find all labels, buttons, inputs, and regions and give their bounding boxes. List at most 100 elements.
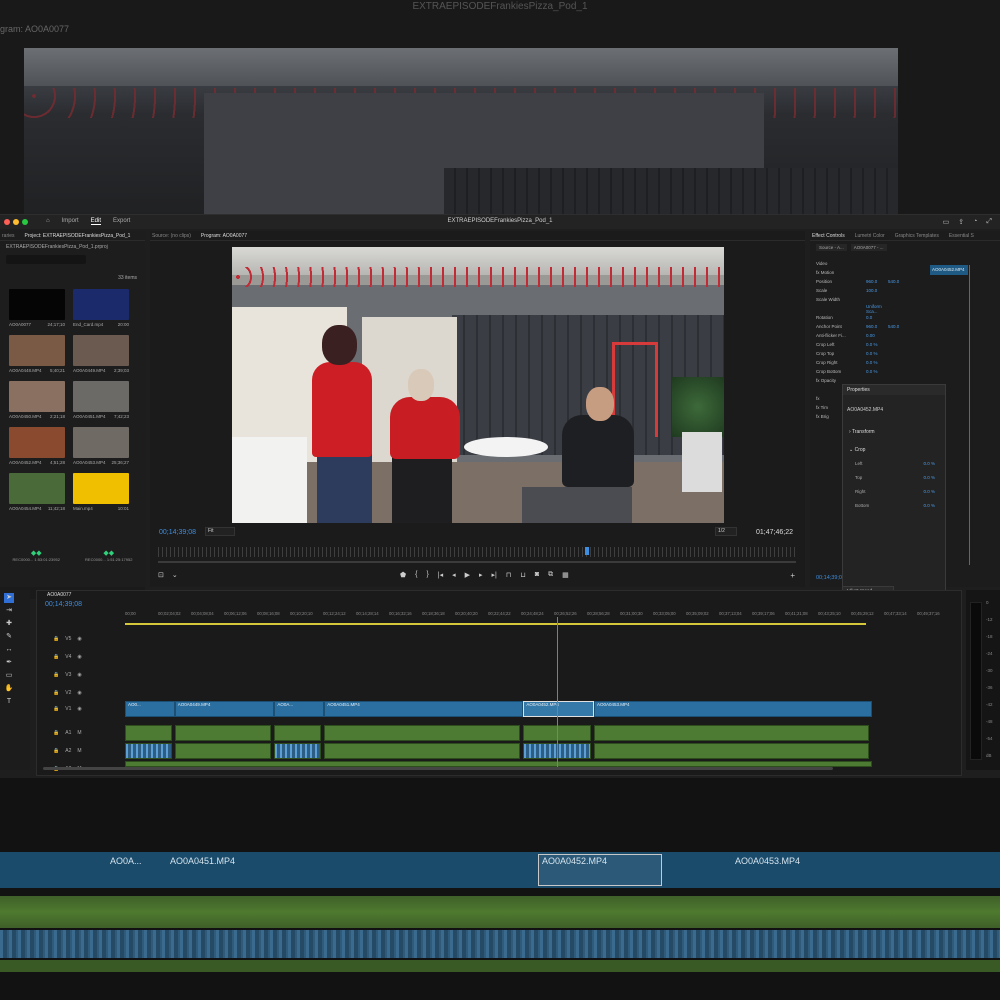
timeline-timecode[interactable]: 00;14;39;08 — [45, 601, 82, 608]
audio-clip[interactable] — [274, 743, 322, 759]
effect-property-value-2[interactable]: 540.0 — [888, 279, 908, 284]
step-forward-icon[interactable]: ▸ — [479, 571, 483, 579]
add-button[interactable]: + — [790, 571, 795, 580]
program-timecode[interactable]: 00;14;39;08 — [159, 529, 196, 536]
effect-property-value[interactable]: 0.00 — [866, 333, 888, 338]
program-playhead[interactable] — [585, 547, 590, 555]
project-item[interactable]: Main.mp4 10:01 — [73, 473, 129, 511]
effect-property-value[interactable]: 0.0 % — [866, 342, 888, 347]
tab-graphics-templates[interactable]: Graphics Templates — [895, 231, 939, 240]
timeline-playhead[interactable] — [556, 617, 558, 769]
razor-tool-icon[interactable]: ✎ — [4, 632, 14, 642]
type-tool-icon[interactable]: T — [4, 697, 14, 707]
home-icon[interactable]: ⌂ — [46, 218, 50, 225]
zoom-window-button[interactable] — [22, 219, 28, 225]
tab-essential-sound[interactable]: Essential S — [949, 231, 974, 240]
lock-icon[interactable]: 🔒 — [53, 636, 59, 642]
pen-tool-icon[interactable]: ✒ — [4, 658, 14, 668]
mute-icon[interactable]: M — [77, 748, 81, 754]
v1-clip[interactable]: AO0A... — [274, 701, 325, 717]
eye-icon[interactable]: ◉ — [77, 690, 81, 696]
effect-property-value[interactable]: 0.0 % — [866, 351, 888, 356]
step-back-icon[interactable]: ◂ — [452, 571, 456, 579]
extract-icon[interactable]: ⊔ — [520, 571, 525, 579]
crop-row-value[interactable]: 0.0 % — [923, 475, 935, 480]
sequence-clip-select[interactable]: AO0A0077 - ... — [850, 244, 887, 251]
go-to-out-icon[interactable]: ▸| — [492, 571, 497, 579]
lift-icon[interactable]: ⊓ — [506, 571, 511, 579]
playback-resolution-select[interactable]: 1/2 — [715, 527, 737, 536]
effect-controls-timecode[interactable]: 00;14;39;08 — [816, 575, 845, 581]
audio-clip[interactable] — [593, 743, 869, 759]
minimize-window-button[interactable] — [13, 219, 19, 225]
lock-icon[interactable]: 🔒 — [53, 672, 59, 678]
mark-in-icon[interactable]: { — [415, 571, 417, 579]
eye-icon[interactable]: ◉ — [77, 706, 81, 712]
nav-edit[interactable]: Edit — [90, 218, 101, 225]
resize-icon[interactable]: ▭ — [943, 218, 950, 226]
marker-icon[interactable]: ⬟ — [400, 571, 406, 579]
audio-clip[interactable] — [324, 743, 521, 759]
v1-clip[interactable]: AO0A0453.MP4 — [593, 701, 872, 717]
safe-margins-icon[interactable]: ⊡ — [158, 571, 164, 579]
audio-clip[interactable] — [324, 725, 521, 741]
effect-property-row[interactable]: fx Motion — [816, 268, 926, 277]
close-window-button[interactable] — [4, 219, 10, 225]
crop-row-value[interactable]: 0.0 % — [923, 461, 935, 466]
tab-effect-controls[interactable]: Effect Controls — [812, 231, 845, 240]
program-zoom-bar[interactable] — [158, 561, 796, 563]
effect-property-value[interactable]: Uniform Sca... — [866, 304, 888, 314]
selection-tool-icon[interactable]: ➤ — [4, 593, 14, 603]
multicam-icon[interactable]: ▦ — [562, 571, 569, 579]
timeline-ruler[interactable]: 00;00 00;02;04;02 00;04;08;04 00;06;12;06 00… — [125, 611, 955, 623]
tab-project[interactable]: Project: EXTRAEPISODEFrankiesPizza_Pod_1 — [25, 231, 131, 240]
project-item[interactable]: AO0A0451.MP4 7;42;23 — [73, 381, 129, 419]
effect-property-row[interactable]: Uniform Sca... — [816, 304, 926, 314]
project-item[interactable]: AO0A0449.MP4 2;39;03 — [73, 335, 129, 373]
audio-clip[interactable] — [274, 725, 322, 741]
audio-clip[interactable] — [125, 725, 172, 741]
nav-import[interactable]: Import — [62, 218, 79, 225]
effect-controls-clip-bar[interactable]: AO0A0452.MP4 — [930, 265, 968, 275]
audio-clip[interactable] — [174, 725, 272, 741]
eye-icon[interactable]: ◉ — [77, 672, 81, 678]
lock-icon[interactable]: 🔒 — [53, 654, 59, 660]
audio-clip[interactable] — [125, 743, 172, 759]
project-item[interactable]: AO0A0453.MP4 25;36;27 — [73, 427, 129, 465]
project-item[interactable]: AO0A0452.MP4 4;51;28 — [9, 427, 65, 465]
tab-source[interactable]: Source: (no clips) — [152, 231, 191, 240]
project-audio-item[interactable]: ◆◆ REC0000... 1:51:25:17952 — [85, 549, 132, 562]
audio-clip[interactable] — [593, 725, 869, 741]
work-area-bar[interactable] — [125, 623, 866, 625]
effect-property-row[interactable]: Position 960.0 540.0 — [816, 277, 926, 286]
effect-property-row[interactable]: Video — [816, 259, 926, 268]
tab-libraries[interactable]: raries — [2, 231, 15, 240]
effect-property-value[interactable]: 960.0 — [866, 324, 888, 329]
share-icon[interactable]: ⇪ — [958, 218, 964, 226]
fullscreen-icon[interactable]: ⤢ — [986, 218, 992, 226]
project-item[interactable]: AO0A0454.MP4 11;42;18 — [9, 473, 65, 511]
source-clip-select[interactable]: Source - A... — [816, 244, 847, 251]
effect-property-row[interactable]: Anti-flicker Fi... 0.00 — [816, 331, 926, 340]
project-item[interactable]: AO0A0077 24;17;10 — [9, 289, 65, 327]
transform-section-toggle[interactable]: › Transform — [849, 429, 875, 435]
effect-property-row[interactable]: Crop Right 0.0 % — [816, 358, 926, 367]
slip-tool-icon[interactable]: ↔ — [4, 645, 14, 655]
mute-icon[interactable]: M — [77, 730, 81, 736]
effect-property-value[interactable]: 0.0 — [866, 315, 888, 320]
mark-out-icon[interactable]: } — [426, 571, 428, 579]
effect-property-value[interactable]: 960.0 — [866, 279, 888, 284]
go-to-in-icon[interactable]: |◂ — [438, 571, 443, 579]
nav-export[interactable]: Export — [113, 218, 130, 225]
zoom-fit-select[interactable]: Fit — [205, 527, 235, 536]
program-video-frame[interactable] — [232, 247, 724, 523]
notification-icon[interactable]: ◔ — [973, 218, 977, 226]
play-icon[interactable]: ▶ — [465, 571, 470, 579]
sequence-tab[interactable]: AO0A0077 — [47, 592, 71, 598]
effect-property-value[interactable]: 0.0 % — [866, 369, 888, 374]
v1-clip[interactable]: AO0... — [125, 701, 175, 717]
effect-property-value-2[interactable]: 540.0 — [888, 324, 908, 329]
crop-row-value[interactable]: 0.0 % — [923, 489, 935, 494]
timeline-scrollbar[interactable] — [43, 767, 833, 770]
crop-section-toggle[interactable]: ⌄ Crop — [849, 447, 865, 453]
